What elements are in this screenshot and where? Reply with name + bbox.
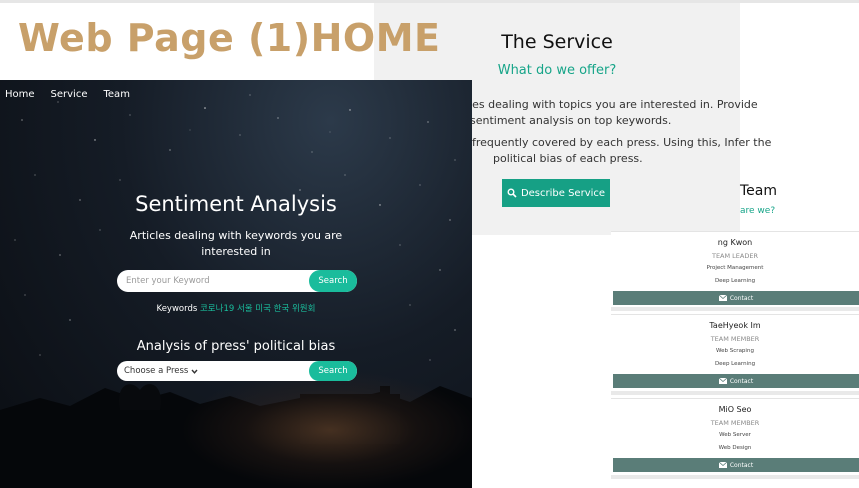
top-nav: Home Service Team: [5, 89, 130, 100]
card-divider: [611, 307, 859, 311]
keywords-row: Keywords 코로나19 서울 미국 한국 위원회: [0, 302, 472, 314]
describe-service-button[interactable]: Describe Service: [502, 179, 610, 207]
service-text-2: sentiment analysis on top keywords.: [470, 114, 672, 127]
hero-description: Articles dealing with keywords you are i…: [0, 228, 472, 260]
press-select[interactable]: Choose a Press: [124, 361, 198, 381]
member-role: TEAM LEADER: [711, 252, 758, 260]
service-text-1: icles dealing with topics you are intere…: [460, 98, 758, 111]
keywords-label: Keywords: [156, 304, 198, 314]
hero-title: Sentiment Analysis: [135, 192, 337, 216]
card-divider: [611, 391, 859, 395]
card-divider: [611, 475, 859, 479]
member-skill: Deep Learning: [714, 278, 756, 284]
horizon-glow: [180, 370, 472, 488]
member-skill: Deep Learning: [714, 361, 756, 367]
member-skill: Web Design: [718, 445, 752, 451]
nav-team[interactable]: Team: [104, 89, 130, 100]
envelope-icon: [718, 295, 727, 301]
member-skill: Project Management: [706, 265, 764, 271]
contact-label: Contact: [729, 377, 754, 385]
keywords-values[interactable]: 코로나19 서울 미국 한국 위원회: [200, 304, 315, 314]
chevron-down-icon: [191, 369, 198, 374]
contact-label: Contact: [729, 461, 754, 469]
keyword-search-form: Search: [117, 270, 357, 292]
press-analysis-title: Analysis of press' political bias: [136, 339, 336, 354]
contact-button[interactable]: Contact: [613, 458, 859, 472]
contact-label: Contact: [729, 294, 754, 302]
keyword-search-button[interactable]: Search: [309, 270, 357, 292]
press-select-value: Choose a Press: [124, 366, 189, 376]
service-text-3: frequently covered by each press. Using …: [472, 136, 772, 149]
envelope-icon: [718, 378, 727, 384]
member-role: TEAM MEMBER: [710, 419, 760, 427]
team-subtitle: are we?: [740, 206, 776, 216]
hero-section: Home Service Team Sentiment Analysis Art…: [0, 80, 472, 488]
service-text-4: political bias of each press.: [493, 152, 643, 165]
nav-service[interactable]: Service: [51, 89, 88, 100]
service-subtitle: What do we offer?: [497, 63, 617, 78]
contact-button[interactable]: Contact: [613, 291, 859, 305]
member-role: TEAM MEMBER: [710, 335, 760, 343]
keyword-search-input[interactable]: [117, 270, 309, 292]
search-icon: [507, 188, 517, 198]
team-title: Team: [740, 183, 778, 199]
page-label: Web Page (1)HOME: [18, 16, 441, 60]
nav-home[interactable]: Home: [5, 89, 35, 100]
hero-desc-line-1: Articles dealing with keywords you are: [129, 229, 343, 242]
team-card: MiO Seo TEAM MEMBER Web Server Web Desig…: [611, 398, 859, 475]
describe-service-label: Describe Service: [520, 187, 606, 199]
hero-desc-line-2: interested in: [201, 245, 271, 258]
member-name: ng Kwon: [717, 238, 753, 247]
member-name: MiO Seo: [718, 405, 752, 414]
team-card: ng Kwon TEAM LEADER Project Management D…: [611, 231, 859, 307]
press-search-button[interactable]: Search: [309, 361, 357, 381]
member-skill: Web Server: [719, 432, 751, 438]
member-skill: Web Scraping: [716, 348, 754, 354]
contact-button[interactable]: Contact: [613, 374, 859, 388]
team-card: TaeHyeok Im TEAM MEMBER Web Scraping Dee…: [611, 314, 859, 391]
press-form: Choose a Press Search: [117, 361, 357, 381]
envelope-icon: [718, 462, 727, 468]
member-name: TaeHyeok Im: [709, 321, 761, 330]
